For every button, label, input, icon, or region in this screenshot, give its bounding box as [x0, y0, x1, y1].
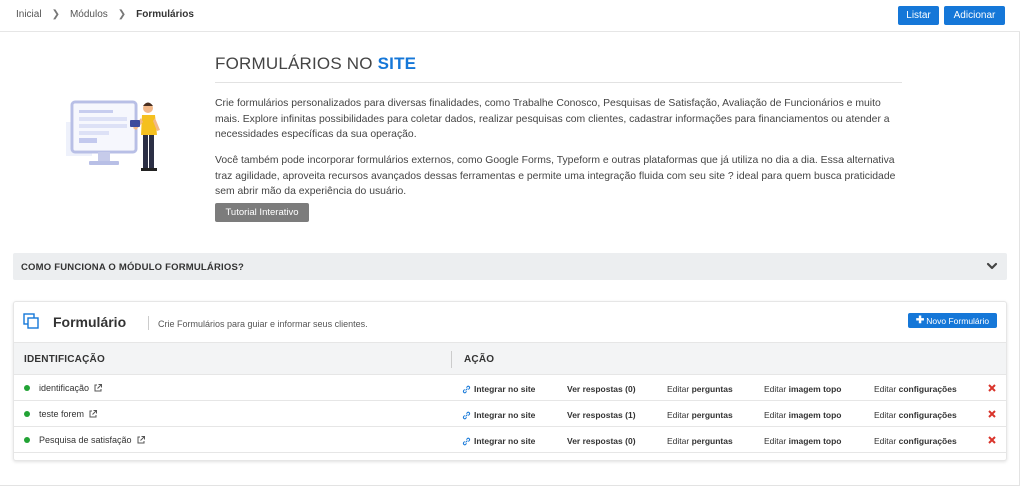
chevron-right-icon: ❯	[51, 9, 60, 20]
image-label: imagem topo	[788, 436, 842, 446]
settings-label: configurações	[898, 410, 957, 420]
link-icon	[462, 385, 471, 393]
status-dot	[24, 437, 30, 443]
form-name-text: teste forem	[39, 409, 85, 419]
edit-label: Editar	[667, 410, 690, 420]
edit-settings-link[interactable]: Editar configurações	[874, 384, 957, 394]
edit-label: Editar	[874, 436, 897, 446]
column-identification: IDENTIFICAÇÃO	[24, 354, 105, 365]
status-dot	[24, 385, 30, 391]
table-row: identificação Integrar no site Ver respo…	[14, 375, 1006, 401]
external-link-icon[interactable]	[136, 435, 146, 445]
hero-divider	[215, 82, 902, 83]
image-label: imagem topo	[788, 410, 842, 420]
external-link-icon[interactable]	[88, 409, 98, 419]
edit-label: Editar	[764, 436, 787, 446]
edit-label: Editar	[874, 410, 897, 420]
list-button[interactable]: Listar	[898, 6, 939, 25]
integrate-label: Integrar no site	[474, 436, 536, 446]
response-count: (0)	[625, 384, 636, 394]
questions-label: perguntas	[691, 410, 733, 420]
edit-label: Editar	[764, 384, 787, 394]
column-action: AÇÃO	[464, 354, 495, 365]
form-name[interactable]: identificação	[39, 383, 103, 393]
image-label: imagem topo	[788, 384, 842, 394]
link-icon	[462, 437, 471, 445]
edit-questions-link[interactable]: Editar perguntas	[667, 410, 733, 420]
edit-label: Editar	[874, 384, 897, 394]
edit-questions-link[interactable]: Editar perguntas	[667, 436, 733, 446]
card-subtitle: Crie Formulários para guiar e informar s…	[158, 319, 368, 329]
form-name[interactable]: Pesquisa de satisfação	[39, 435, 146, 445]
edit-settings-link[interactable]: Editar configurações	[874, 410, 957, 420]
title-divider	[148, 316, 149, 330]
integrate-link[interactable]: Integrar no site	[462, 436, 535, 446]
how-it-works-accordion[interactable]: COMO FUNCIONA O MÓDULO FORMULÁRIOS?	[13, 253, 1007, 280]
form-illustration	[66, 100, 160, 171]
edit-image-link[interactable]: Editar imagem topo	[764, 384, 842, 394]
edit-questions-link[interactable]: Editar perguntas	[667, 384, 733, 394]
table-header: IDENTIFICAÇÃO AÇÃO	[14, 342, 1006, 375]
breadcrumb-home[interactable]: Inicial	[16, 9, 42, 20]
new-form-button[interactable]: ✚ Novo Formulário	[908, 313, 997, 328]
breadcrumb: Inicial ❯ Módulos ❯ Formulários	[16, 9, 194, 20]
hero-paragraph-1: Crie formulários personalizados para div…	[215, 98, 890, 140]
delete-icon[interactable]	[988, 384, 996, 392]
edit-label: Editar	[667, 384, 690, 394]
breadcrumb-modules[interactable]: Módulos	[70, 9, 108, 20]
hero-title: FORMULÁRIOS NO SITE	[215, 54, 416, 74]
response-count: (1)	[625, 410, 636, 420]
page: Inicial ❯ Módulos ❯ Formulários Listar A…	[0, 0, 1020, 486]
external-link-icon[interactable]	[93, 383, 103, 393]
chevron-down-icon[interactable]	[986, 260, 998, 272]
settings-label: configurações	[898, 384, 957, 394]
form-name-text: Pesquisa de satisfação	[39, 435, 132, 445]
questions-label: perguntas	[691, 384, 733, 394]
breadcrumb-current: Formulários	[136, 9, 194, 20]
table-row: Pesquisa de satisfação Integrar no site …	[14, 427, 1006, 453]
add-button[interactable]: Adicionar	[944, 6, 1005, 25]
plus-icon: ✚	[915, 315, 925, 326]
card-title: Formulário	[53, 314, 127, 330]
new-form-label: Novo Formulário	[926, 315, 990, 326]
settings-label: configurações	[898, 436, 957, 446]
top-bar: Inicial ❯ Módulos ❯ Formulários Listar A…	[0, 0, 1020, 32]
hero-title-accent: SITE	[377, 54, 417, 73]
copy-icon	[23, 313, 39, 329]
view-label: Ver respostas	[567, 410, 623, 420]
tutorial-button[interactable]: Tutorial Interativo	[215, 203, 309, 222]
integrate-link[interactable]: Integrar no site	[462, 384, 535, 394]
edit-image-link[interactable]: Editar imagem topo	[764, 410, 842, 420]
form-name-text: identificação	[39, 383, 90, 393]
edit-label: Editar	[667, 436, 690, 446]
view-label: Ver respostas	[567, 384, 623, 394]
chevron-right-icon: ❯	[117, 9, 127, 20]
accordion-label: COMO FUNCIONA O MÓDULO FORMULÁRIOS?	[21, 262, 245, 273]
view-responses-link[interactable]: Ver respostas (1)	[567, 410, 636, 420]
forms-card: Formulário Crie Formulários para guiar e…	[13, 301, 1007, 461]
link-icon	[462, 411, 471, 419]
integrate-label: Integrar no site	[474, 384, 536, 394]
status-dot	[24, 411, 30, 417]
edit-image-link[interactable]: Editar imagem topo	[764, 436, 842, 446]
hero-title-prefix: FORMULÁRIOS NO	[215, 54, 373, 73]
edit-settings-link[interactable]: Editar configurações	[874, 436, 957, 446]
delete-icon[interactable]	[988, 410, 996, 418]
edit-label: Editar	[764, 410, 787, 420]
view-label: Ver respostas	[567, 436, 623, 446]
column-divider	[451, 351, 452, 368]
form-name[interactable]: teste forem	[39, 409, 98, 419]
integrate-label: Integrar no site	[474, 410, 536, 420]
questions-label: perguntas	[691, 436, 733, 446]
table-row: teste forem Integrar no site Ver respost…	[14, 401, 1006, 427]
view-responses-link[interactable]: Ver respostas (0)	[567, 384, 636, 394]
hero-paragraph-2: Você também pode incorporar formulários …	[215, 155, 896, 197]
response-count: (0)	[625, 436, 636, 446]
view-responses-link[interactable]: Ver respostas (0)	[567, 436, 636, 446]
integrate-link[interactable]: Integrar no site	[462, 410, 535, 420]
delete-icon[interactable]	[988, 436, 996, 444]
